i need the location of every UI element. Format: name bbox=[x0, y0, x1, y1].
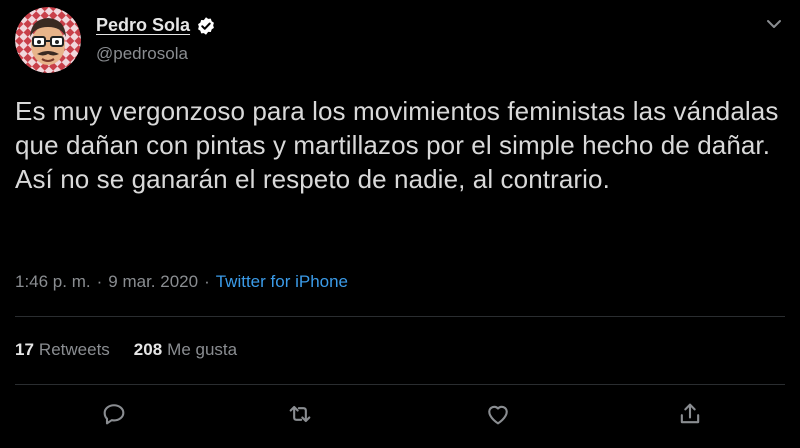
chevron-down-icon[interactable] bbox=[764, 14, 784, 34]
meta-separator: · bbox=[204, 272, 210, 291]
author-display-name[interactable]: Pedro Sola bbox=[96, 15, 190, 36]
retweets-label: Retweets bbox=[38, 340, 110, 359]
author-handle[interactable]: @pedrosola bbox=[96, 44, 188, 64]
divider bbox=[15, 384, 785, 385]
likes-stat[interactable]: 208 Me gusta bbox=[134, 340, 237, 360]
avatar[interactable] bbox=[15, 7, 81, 73]
author-name-row: Pedro Sola bbox=[96, 15, 216, 36]
tweet-time[interactable]: 1:46 p. m. bbox=[15, 272, 91, 292]
divider bbox=[15, 316, 785, 317]
tweet-text: Es muy vergonzoso para los movimientos f… bbox=[15, 96, 779, 194]
reply-icon[interactable] bbox=[100, 400, 128, 428]
share-icon[interactable] bbox=[676, 400, 704, 428]
tweet-actions bbox=[100, 400, 700, 430]
tweet-source-link[interactable]: Twitter for iPhone bbox=[216, 272, 348, 292]
likes-label: Me gusta bbox=[167, 340, 238, 359]
retweet-icon[interactable] bbox=[286, 400, 314, 428]
meta-separator: · bbox=[96, 272, 103, 291]
retweets-count: 17 bbox=[15, 340, 34, 359]
avatar-image bbox=[15, 7, 81, 73]
tweet-card: Pedro Sola @pedrosola Es muy vergonzoso … bbox=[0, 0, 800, 448]
retweets-stat[interactable]: 17 Retweets bbox=[15, 340, 110, 360]
verified-badge-icon bbox=[196, 16, 216, 36]
likes-count: 208 bbox=[133, 340, 163, 359]
tweet-meta: 1:46 p. m. · 9 mar. 2020 · Twitter for i… bbox=[15, 272, 348, 292]
tweet-date[interactable]: 9 mar. 2020 bbox=[108, 272, 198, 292]
tweet-stats: 17 Retweets 208 Me gusta bbox=[15, 340, 237, 360]
heart-icon[interactable] bbox=[484, 400, 512, 428]
